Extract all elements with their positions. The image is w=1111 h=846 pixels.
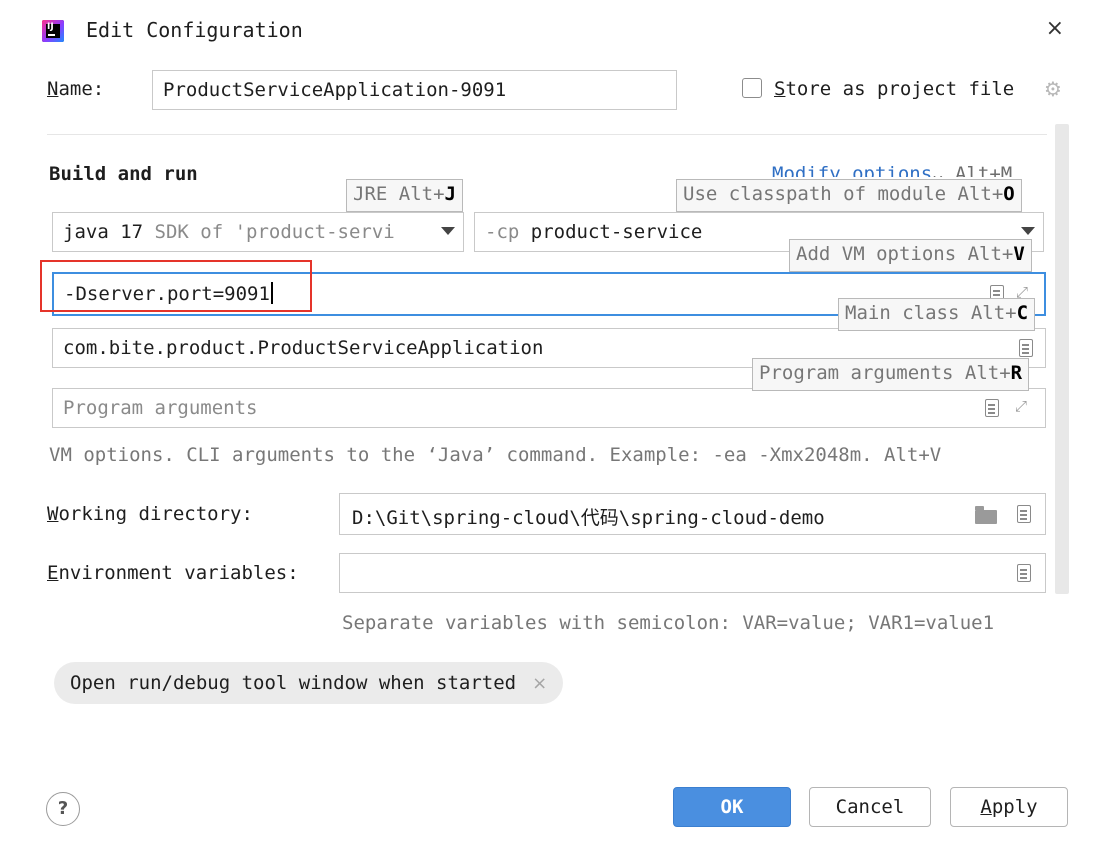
vertical-scrollbar[interactable] [1055, 124, 1069, 594]
build-and-run-heading: Build and run [49, 163, 198, 185]
modify-options-link[interactable]: Modify options⌄ Alt+M [772, 163, 1012, 177]
document-icon[interactable] [985, 399, 999, 417]
environment-variables-input[interactable] [339, 553, 1046, 593]
tooltip-main-class: Main class Alt+C [838, 298, 1036, 331]
apply-button[interactable]: Apply [950, 787, 1068, 827]
tooltip-jre: JRE Alt+J [346, 179, 463, 212]
store-as-project-file-checkbox[interactable] [742, 78, 762, 98]
open-run-debug-window-chip[interactable]: Open run/debug tool window when started … [54, 662, 564, 704]
close-icon[interactable]: × [532, 673, 547, 694]
intellij-app-icon: IJ [42, 20, 64, 42]
document-icon[interactable] [1019, 339, 1033, 357]
edit-configuration-dialog: IJ Edit Configuration × Name: ProductSer… [22, 6, 1092, 842]
tooltip-program-arguments: Program arguments Alt+R [752, 358, 1030, 391]
tooltip-classpath: Use classpath of module Alt+O [676, 179, 1022, 212]
document-icon[interactable] [1017, 505, 1031, 523]
chevron-down-icon [441, 227, 455, 235]
store-as-project-file-label[interactable]: Store as project file [774, 78, 1014, 100]
dialog-title: Edit Configuration [86, 18, 303, 42]
name-label: Name: [47, 78, 105, 100]
environment-variables-label: Environment variables: [47, 562, 299, 584]
highlight-annotation-box [40, 260, 312, 312]
document-icon[interactable] [1017, 564, 1031, 582]
program-arguments-input[interactable]: Program arguments ⤢ [52, 388, 1046, 428]
folder-icon[interactable] [975, 506, 997, 524]
name-input[interactable]: ProductServiceApplication-9091 [152, 70, 677, 110]
working-directory-label: Working directory: [47, 503, 253, 525]
working-directory-input[interactable]: D:\Git\spring-cloud\代码\spring-cloud-demo [339, 493, 1046, 535]
chevron-down-icon [1021, 227, 1035, 235]
close-icon[interactable]: × [1046, 16, 1064, 41]
vm-options-hint: VM options. CLI arguments to the ‘Java’ … [49, 444, 942, 466]
environment-variables-hint: Separate variables with semicolon: VAR=v… [342, 612, 995, 634]
tooltip-vm-options: Add VM options Alt+V [789, 239, 1032, 272]
ok-button[interactable]: OK [673, 787, 791, 827]
chip-label: Open run/debug tool window when started [70, 672, 517, 694]
jre-select[interactable]: java 17 SDK of 'product-servi [52, 212, 464, 252]
expand-icon[interactable]: ⤢ [1015, 398, 1031, 414]
cancel-button[interactable]: Cancel [809, 787, 931, 827]
separator [47, 134, 1047, 135]
gear-icon[interactable]: ⚙ [1044, 79, 1064, 99]
help-button[interactable]: ? [46, 792, 80, 826]
